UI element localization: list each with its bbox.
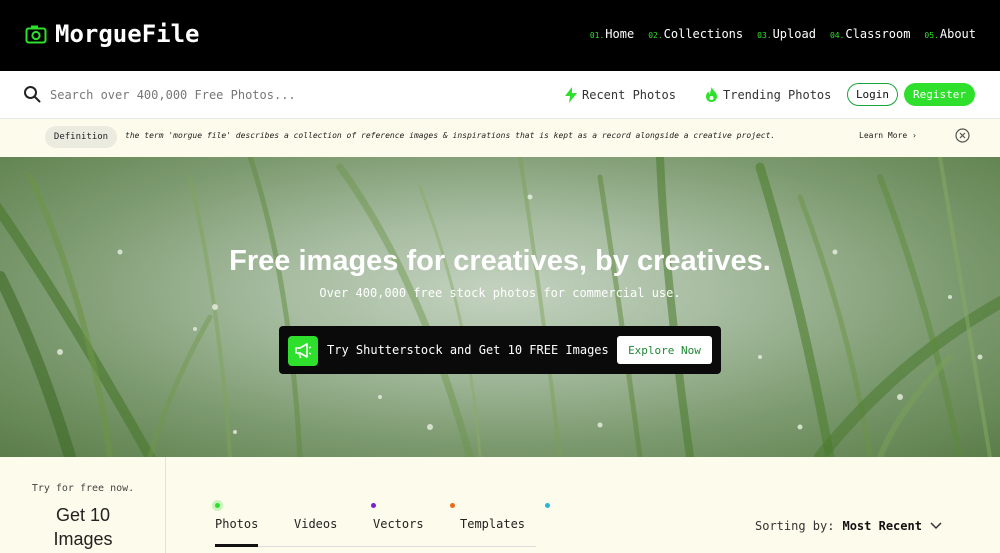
login-button[interactable]: Login: [847, 83, 898, 106]
tab-photos[interactable]: Photos: [215, 498, 294, 548]
tab-dot: [215, 503, 220, 508]
grass-background-image: [0, 157, 1000, 457]
nav-number: 05.: [924, 31, 939, 40]
close-icon[interactable]: [955, 128, 970, 143]
nav-label: Collections: [663, 27, 744, 41]
brand-name: MorgueFile: [55, 20, 200, 48]
nav-number: 02.: [648, 31, 663, 40]
trending-photos-label: Trending Photos: [723, 87, 832, 102]
nav-item-classroom[interactable]: 04. Classroom: [830, 27, 910, 41]
side-promo-panel: Try for free now. Get 10 Images: [0, 457, 166, 553]
active-tab-indicator: [215, 544, 258, 547]
shutterstock-promo: Try Shutterstock and Get 10 FREE Images …: [279, 326, 721, 374]
nav-item-upload[interactable]: 03. Upload: [757, 27, 816, 41]
recent-photos-link[interactable]: Recent Photos: [565, 87, 676, 103]
flame-icon: [706, 87, 717, 102]
hero-subtitle: Over 400,000 free stock photos for comme…: [319, 286, 681, 300]
nav-item-about[interactable]: 05. About: [924, 27, 976, 41]
hero-title: Free images for creatives, by creatives.: [229, 245, 771, 277]
megaphone-icon: [288, 336, 318, 366]
main-nav: 01. Home 02. Collections 03. Upload 04. …: [590, 27, 976, 41]
get-images-line2: Images: [53, 529, 113, 549]
recent-photos-label: Recent Photos: [582, 88, 676, 102]
tab-label: Vectors: [373, 517, 424, 531]
nav-number: 04.: [829, 31, 845, 40]
top-navbar: MorgueFile 01. Home 02. Collections 03. …: [0, 0, 1000, 71]
try-free-label: Try for free now.: [31, 483, 135, 494]
search-bar: Recent Photos Trending Photos Login Regi…: [0, 71, 1000, 119]
tab-videos[interactable]: Videos: [294, 498, 376, 548]
tab-label: Videos: [294, 517, 338, 531]
learn-more-link[interactable]: Learn More ›: [859, 131, 917, 140]
tab-dot: [545, 503, 550, 508]
tab-dot: [450, 503, 455, 508]
sort-value: Most Recent: [842, 519, 922, 533]
trending-photos-link[interactable]: Trending Photos: [705, 87, 831, 102]
get-images-heading: Get 10 Images: [0, 503, 166, 551]
hero-banner: Free images for creatives, by creatives.…: [0, 157, 1000, 457]
definition-text: the term 'morgue file' describes a colle…: [125, 131, 776, 140]
definition-bar: Definition the term 'morgue file' descri…: [0, 119, 1000, 157]
promo-text: Try Shutterstock and Get 10 FREE Images: [327, 343, 609, 357]
tab-vectors[interactable]: Vectors: [373, 498, 460, 548]
sort-label: Sorting by:: [755, 519, 835, 533]
search-input[interactable]: [50, 84, 450, 106]
tab-label: Photos: [215, 517, 259, 531]
lightning-icon: [565, 87, 577, 103]
nav-number: 01.: [589, 31, 605, 40]
get-images-line1: Get 10: [55, 505, 111, 525]
explore-now-button[interactable]: Explore Now: [617, 336, 712, 364]
nav-label: About: [939, 27, 976, 41]
nav-label: Upload: [772, 27, 816, 41]
search-icon[interactable]: [23, 85, 41, 103]
brand-logo[interactable]: MorgueFile: [25, 20, 200, 48]
tab-templates[interactable]: Templates: [460, 498, 550, 548]
sort-dropdown[interactable]: Sorting by: Most Recent: [755, 519, 942, 533]
nav-item-home[interactable]: 01. Home: [590, 27, 634, 41]
nav-item-collections[interactable]: 02. Collections: [648, 27, 743, 41]
register-button[interactable]: Register: [904, 83, 975, 106]
media-type-tabs: Photos Videos Vectors Templates: [215, 498, 550, 548]
nav-label: Classroom: [845, 27, 911, 41]
tabs-divider: [258, 546, 536, 547]
tab-label: Templates: [460, 517, 526, 531]
definition-badge: Definition: [45, 126, 117, 148]
camera-logo-icon: [25, 25, 47, 44]
chevron-down-icon: [930, 522, 942, 530]
nav-label: Home: [605, 27, 635, 41]
nav-number: 03.: [757, 31, 772, 40]
